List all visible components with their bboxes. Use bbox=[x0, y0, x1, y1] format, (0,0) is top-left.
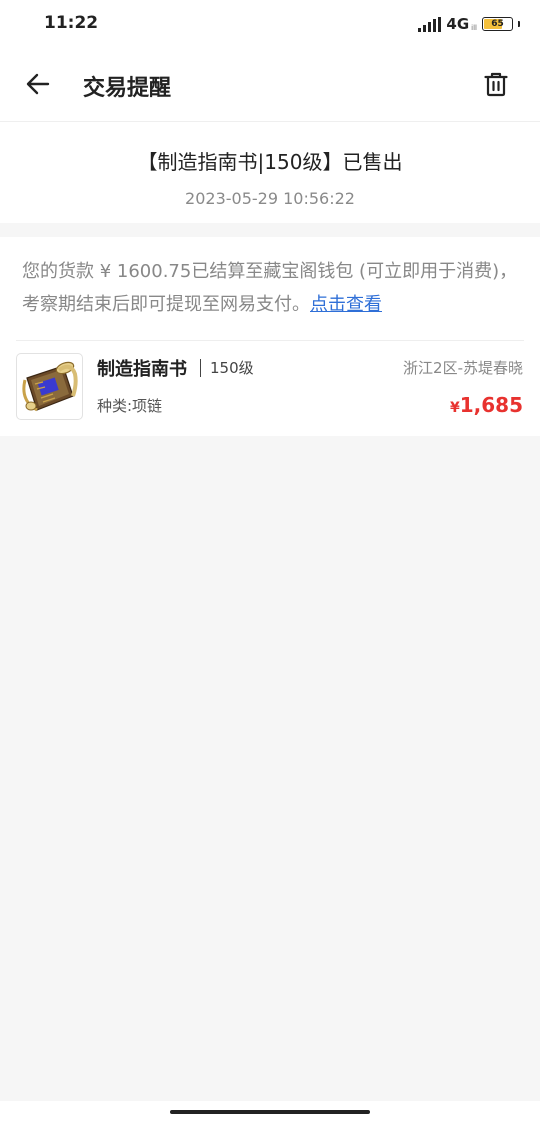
item-price: ¥1,685 bbox=[450, 393, 523, 417]
notice-header: 【制造指南书|150级】已售出 2023-05-29 10:56:22 bbox=[0, 122, 540, 223]
item-level: 150级 bbox=[210, 359, 254, 377]
item-row[interactable]: 制造指南书 150级 浙江2区-苏堤春晓 种类:项链 ¥1,685 bbox=[0, 341, 540, 436]
network-type: 4G bbox=[446, 15, 470, 33]
price-value: 1,685 bbox=[459, 393, 523, 417]
battery-level: 65 bbox=[491, 19, 504, 29]
network-sub: ill bbox=[471, 24, 477, 32]
price-symbol: ¥ bbox=[449, 400, 460, 416]
item-name: 制造指南书 bbox=[97, 359, 187, 380]
status-icons: 4G ill 65 bbox=[418, 13, 520, 35]
battery-icon: 65 bbox=[482, 17, 513, 31]
scroll-icon bbox=[21, 361, 78, 411]
item-category: 种类:项链 bbox=[97, 397, 163, 415]
item-thumbnail bbox=[16, 353, 83, 420]
settlement-message: 您的货款 ¥ 1600.75已结算至藏宝阁钱包 (可立即用于消费)，考察期结束后… bbox=[22, 255, 522, 321]
view-link[interactable]: 点击查看 bbox=[310, 294, 382, 315]
arrow-left-icon bbox=[26, 73, 50, 95]
page-title: 交易提醒 bbox=[83, 76, 172, 101]
trash-icon bbox=[484, 72, 508, 97]
detail-card: 您的货款 ¥ 1600.75已结算至藏宝阁钱包 (可立即用于消费)，考察期结束后… bbox=[0, 237, 540, 436]
signal-icon bbox=[418, 16, 442, 32]
status-time: 11:22 bbox=[44, 13, 99, 33]
notice-title: 【制造指南书|150级】已售出 bbox=[137, 150, 403, 174]
status-bar: 11:22 4G ill 65 bbox=[0, 0, 540, 48]
battery-nub bbox=[518, 21, 520, 27]
home-indicator[interactable] bbox=[170, 1110, 370, 1114]
back-button[interactable] bbox=[20, 66, 56, 102]
message-text: 您的货款 ¥ 1600.75已结算至藏宝阁钱包 (可立即用于消费)，考察期结束后… bbox=[22, 261, 518, 315]
item-server: 浙江2区-苏堤春晓 bbox=[403, 359, 523, 377]
notice-time: 2023-05-29 10:56:22 bbox=[185, 189, 355, 208]
delete-button[interactable] bbox=[478, 66, 514, 102]
nav-bar: 交易提醒 bbox=[0, 48, 540, 122]
item-separator bbox=[200, 359, 201, 377]
